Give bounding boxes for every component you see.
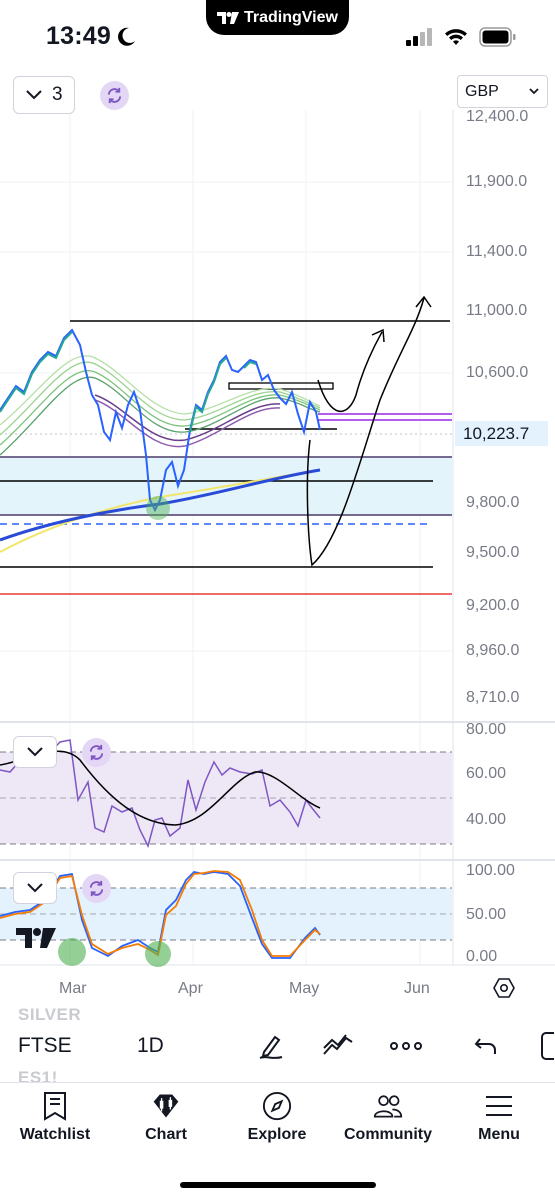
tab-label: Watchlist [19,1126,91,1143]
month-label: Jun [404,980,430,997]
sync-icon [107,87,122,104]
watchlist-icon [40,1090,70,1122]
app-indicator: TradingView [206,0,349,35]
price-tick: 11,400.0 [466,243,528,260]
compass-icon [262,1090,292,1122]
tab-label: Menu [478,1126,520,1143]
tab-explore[interactable]: Explore [222,1090,332,1144]
price-tick: 9,800.0 [466,494,520,511]
community-icon [373,1090,403,1122]
price-tick: 9,200.0 [466,597,520,614]
layout-icon[interactable] [534,1030,555,1062]
tab-label: Community [344,1126,432,1143]
price-tick: 11,900.0 [466,173,528,190]
chevron-down-icon [529,88,539,95]
tab-watchlist[interactable]: Watchlist [0,1090,110,1144]
ghost-symbol-above[interactable]: SILVER [18,1005,81,1025]
sync-button[interactable] [100,81,129,110]
sync-icon [89,744,104,761]
price-tick: 9,500.0 [466,544,520,561]
currency-selector[interactable]: GBP [457,75,548,108]
tradingview-watermark-icon [16,928,56,948]
stoch-pane-collapse-button[interactable] [13,872,57,904]
stoch-tick: 50.00 [466,906,507,923]
menu-icon [484,1090,514,1122]
tab-menu[interactable]: Menu [444,1090,554,1144]
chevron-down-icon [26,90,42,100]
tab-community[interactable]: Community [333,1090,443,1144]
settings-hexagon-icon[interactable] [493,977,515,999]
stoch-sync-button[interactable] [82,874,111,903]
price-tick: 8,960.0 [466,642,520,659]
wifi-icon [445,29,467,45]
more-icon[interactable] [390,1030,422,1062]
currency-label: GBP [465,82,499,100]
tradingview-logo-icon [217,11,240,24]
status-bar: 13:49 TradingView [0,0,555,70]
undo-icon[interactable] [470,1030,502,1062]
month-label: May [289,980,320,997]
last-price-label: 10,223.7 [455,421,548,446]
stoch-tick: 0.00 [466,948,498,965]
rsi-tick: 80.00 [466,721,507,738]
symbol-name[interactable]: FTSE [18,1034,72,1058]
pen-icon[interactable] [255,1030,287,1062]
month-label: Apr [178,980,203,997]
month-label: Mar [59,980,87,997]
stoch-tick: 100.00 [466,862,515,879]
chevron-down-icon [27,747,43,757]
sync-icon [89,880,104,897]
chevron-down-icon [27,883,43,893]
rsi-sync-button[interactable] [82,738,111,767]
battery-icon [479,27,516,47]
timeframe-selector[interactable]: 1D [137,1034,164,1058]
chart-icon [151,1090,181,1122]
price-tick: 8,710.0 [466,689,520,706]
tab-label: Chart [145,1126,187,1143]
home-indicator[interactable] [180,1182,376,1188]
tab-label: Explore [247,1126,307,1143]
moon-icon [118,27,135,46]
signal-icon [406,28,432,46]
interval-count: 3 [52,84,63,105]
price-tick: 10,600.0 [466,364,529,381]
app-name: TradingView [244,8,338,26]
rsi-pane-collapse-button[interactable] [13,736,57,768]
rsi-tick: 60.00 [466,765,507,782]
tab-chart[interactable]: Chart [111,1090,221,1144]
rsi-tick: 40.00 [466,811,507,828]
price-tick: 11,000.0 [466,302,528,319]
status-time: 13:49 [46,22,111,50]
price-tick: 12,400.0 [466,108,529,125]
interval-selector[interactable]: 3 [13,76,75,114]
drawings-icon[interactable] [322,1030,354,1062]
